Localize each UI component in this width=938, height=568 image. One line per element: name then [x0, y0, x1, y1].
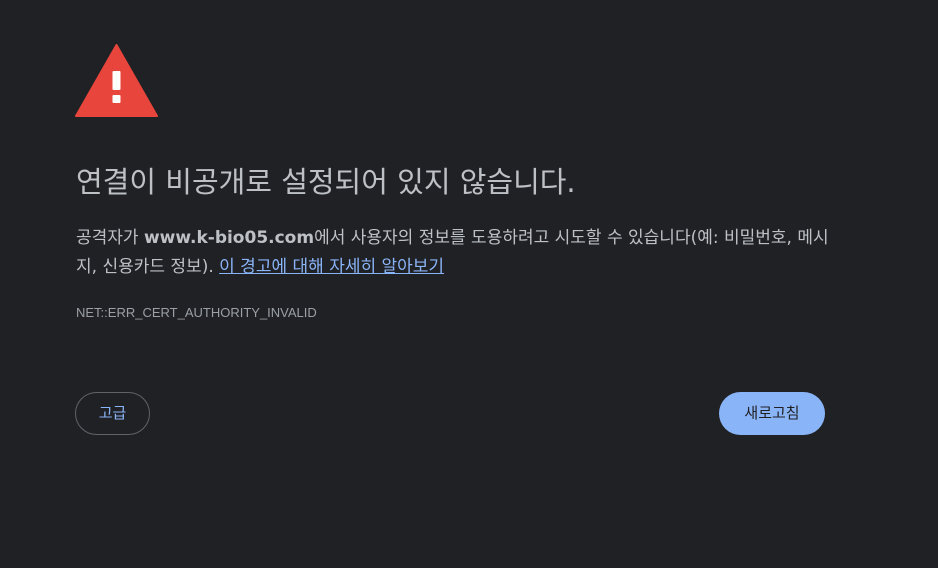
reload-button[interactable]: 새로고침	[719, 392, 825, 435]
advanced-button[interactable]: 고급	[75, 392, 150, 435]
warning-triangle-icon	[75, 44, 158, 117]
domain-name: www.k-bio05.com	[143, 228, 315, 248]
page-title: 연결이 비공개로 설정되어 있지 않습니다.	[76, 165, 576, 199]
explanation-text: 공격자가 www.k-bio05.com에서 사용자의 정보를 도용하려고 시도…	[76, 224, 836, 282]
error-code: NET::ERR_CERT_AUTHORITY_INVALID	[76, 305, 317, 320]
interstitial-page: 연결이 비공개로 설정되어 있지 않습니다. 공격자가 www.k-bio05.…	[0, 0, 938, 568]
learn-more-link[interactable]: 이 경고에 대해 자세히 알아보기	[219, 257, 444, 277]
explanation-prefix: 공격자가	[76, 228, 144, 248]
